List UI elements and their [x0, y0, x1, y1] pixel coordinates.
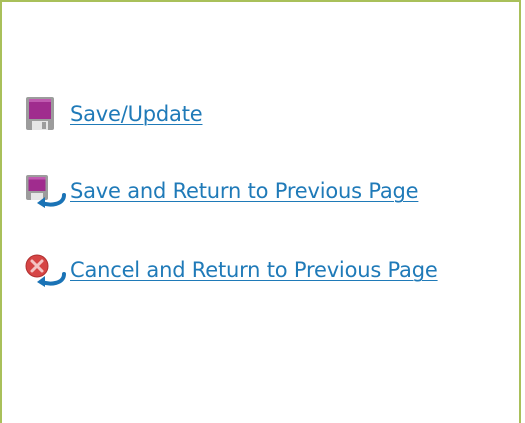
cancel-and-return-action[interactable]: Cancel and Return to Previous Page	[24, 252, 438, 288]
floppy-disk-icon[interactable]	[24, 96, 70, 132]
cancel-return-icon[interactable]	[24, 252, 70, 288]
save-update-link[interactable]: Save/Update	[70, 102, 203, 126]
action-panel: Save/Update Save and Return to Previous …	[0, 0, 521, 423]
save-update-action[interactable]: Save/Update	[24, 96, 203, 132]
save-and-return-action[interactable]: Save and Return to Previous Page	[24, 173, 419, 209]
floppy-disk-return-icon[interactable]	[24, 173, 70, 209]
save-and-return-link[interactable]: Save and Return to Previous Page	[70, 179, 419, 203]
cancel-and-return-link[interactable]: Cancel and Return to Previous Page	[70, 258, 438, 282]
